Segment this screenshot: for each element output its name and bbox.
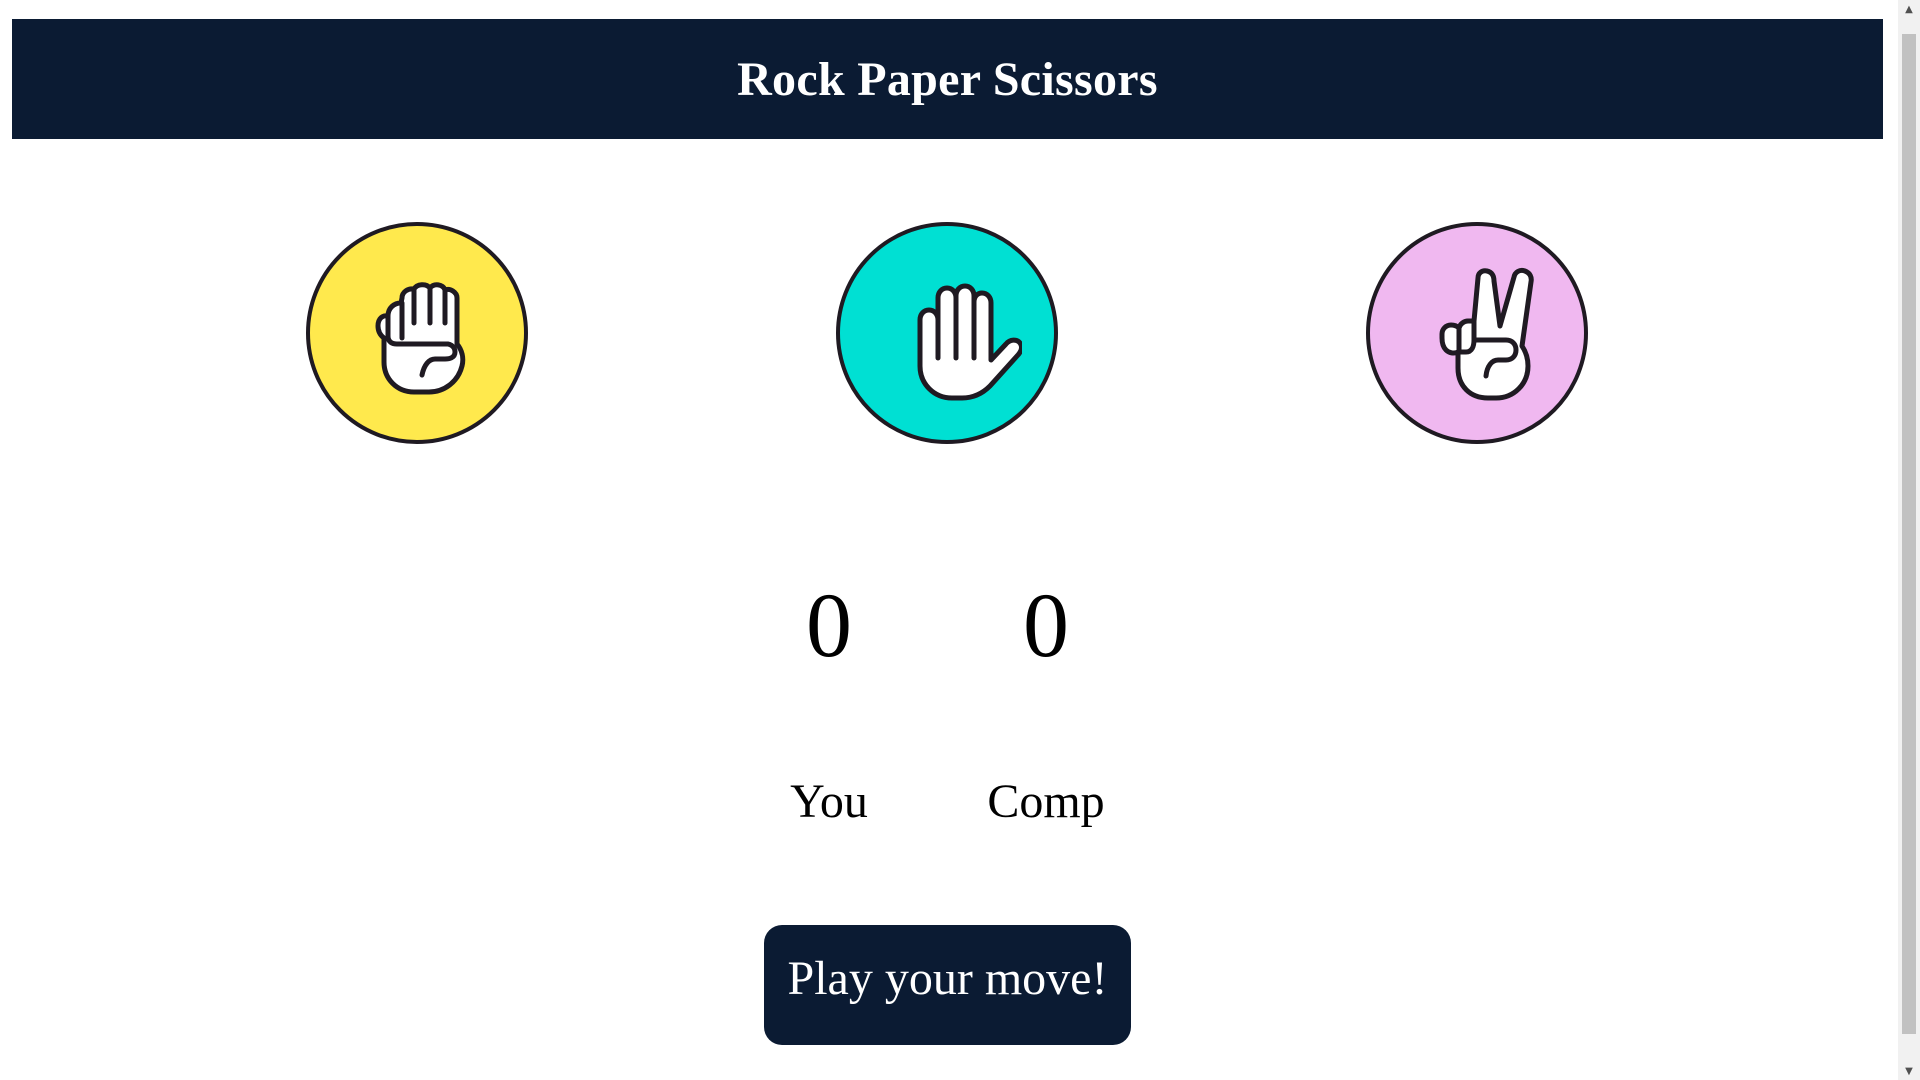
- comp-score-label: Comp: [987, 775, 1105, 828]
- peace-hand-icon: [1439, 267, 1534, 401]
- status-message: Play your move!: [764, 925, 1131, 1045]
- fist-icon: [375, 282, 466, 395]
- scissors-button[interactable]: [1366, 222, 1588, 444]
- scroll-up-arrow-icon[interactable]: ▲: [1898, 0, 1920, 18]
- user-score-label: You: [790, 775, 868, 828]
- comp-score: 0: [1023, 574, 1069, 676]
- rock-button[interactable]: [306, 222, 528, 444]
- scrollbar-thumb[interactable]: [1902, 34, 1916, 1034]
- status-message-text: Play your move!: [787, 951, 1108, 1005]
- header-bar: Rock Paper Scissors: [12, 19, 1883, 139]
- scroll-down-arrow-icon[interactable]: ▼: [1898, 1062, 1920, 1080]
- user-score: 0: [806, 574, 852, 676]
- page: Rock Paper Scissors 0 0 You Comp Play yo…: [0, 0, 1898, 1080]
- page-title: Rock Paper Scissors: [737, 52, 1158, 106]
- paper-button[interactable]: [836, 222, 1058, 444]
- open-hand-icon: [917, 283, 1022, 401]
- vertical-scrollbar[interactable]: ▲ ▼: [1898, 0, 1920, 1080]
